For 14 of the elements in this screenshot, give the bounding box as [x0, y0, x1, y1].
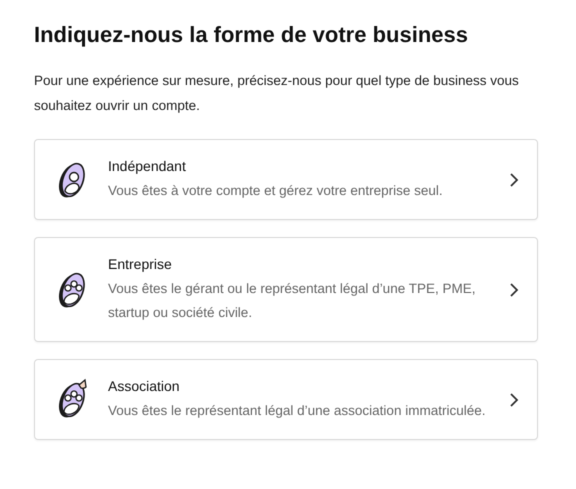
option-card[interactable]: Association Vous êtes le représentant légal d’une association immatriculée.	[34, 359, 538, 440]
chevron-right-icon	[509, 172, 519, 188]
option-title: Indépendant	[108, 157, 187, 176]
option-description: Vous êtes à votre compte et gérez votre entreprise seul.	[108, 182, 444, 200]
option-description: Vous êtes le gérant ou le représentant légal d’une TPE, PME, startup ou société civile.	[108, 280, 476, 322]
chevron-right-icon	[509, 392, 519, 408]
option-title: Association	[108, 377, 181, 396]
option-card[interactable]: Indépendant Vous êtes à votre compte et gérez votre entreprise seul.	[34, 139, 538, 220]
chevron-right-icon	[509, 282, 519, 298]
option-description: Vous êtes le représentant légal d’une association immatriculée.	[108, 402, 486, 420]
option-card[interactable]: Entreprise Vous êtes le gérant ou le représentant légal d’une TPE, PME, startup ou société civile.	[34, 237, 538, 342]
option-title: Entreprise	[108, 255, 173, 274]
intro-text: Pour une expérience sur mesure, précisez-nous pour quel type de business vous souhaitez ouvrir un compte.	[34, 72, 520, 115]
page-title: Indiquez-nous la forme de votre business	[34, 21, 469, 49]
